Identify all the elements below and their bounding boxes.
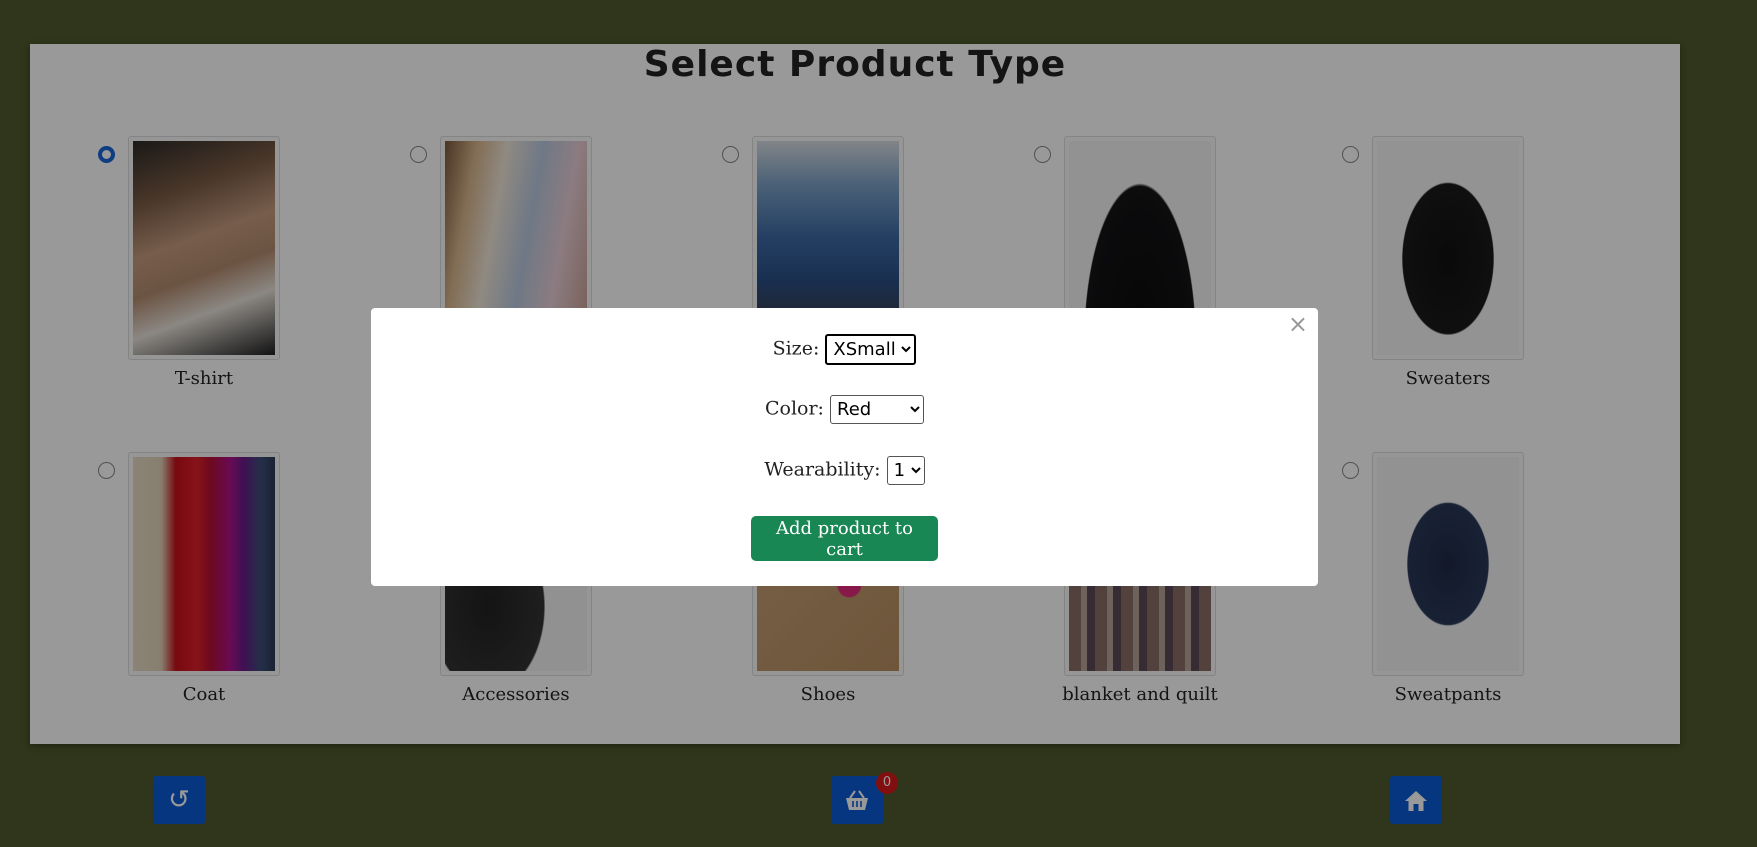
wearability-select[interactable]: 1: [886, 456, 925, 485]
add-to-cart-button[interactable]: Add product to cart: [751, 516, 938, 561]
color-row: Color: Red: [371, 395, 1318, 424]
product-options-modal: × Size: XSmall Color: Red Wearability: 1…: [371, 308, 1318, 586]
wearability-label: Wearability:: [764, 458, 881, 481]
close-icon[interactable]: ×: [1288, 312, 1308, 336]
color-select[interactable]: Red: [830, 395, 925, 424]
size-label: Size:: [772, 337, 820, 360]
size-select[interactable]: XSmall: [825, 334, 917, 365]
color-label: Color:: [764, 397, 824, 420]
size-row: Size: XSmall: [371, 334, 1318, 365]
wearability-row: Wearability: 1: [371, 456, 1318, 485]
